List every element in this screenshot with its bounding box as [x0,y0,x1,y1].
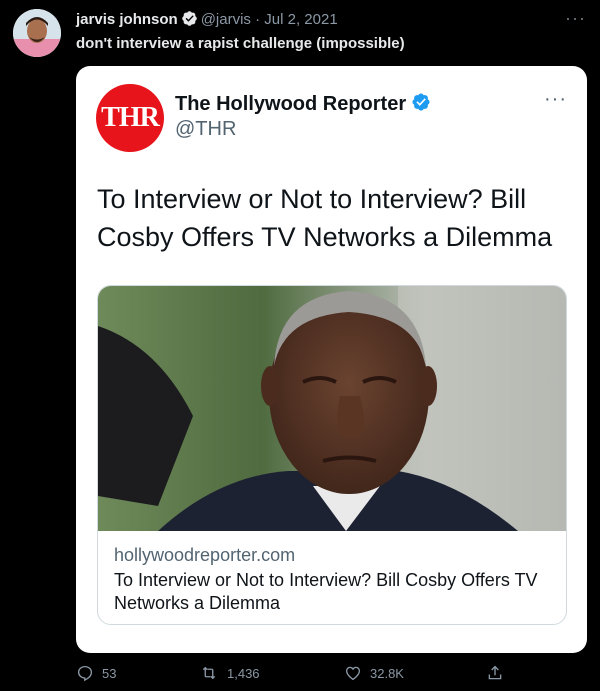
retweet-icon [199,664,219,682]
tweet-date[interactable]: Jul 2, 2021 [264,11,337,28]
author-name[interactable]: jarvis johnson [76,11,178,28]
embedded-author-name: The Hollywood Reporter [175,93,407,115]
embedded-author[interactable]: The Hollywood Reporter [175,92,434,118]
retweet-button[interactable]: 1,436 [199,664,260,682]
verified-icon [411,92,431,118]
like-button[interactable]: 32.8K [344,664,404,682]
retweet-count: 1,436 [227,665,260,681]
action-bar: 53 1,436 32.8K [76,664,516,684]
share-button[interactable] [486,664,504,682]
avatar[interactable] [13,9,61,57]
article-image [98,286,566,531]
more-options-button[interactable]: ··· [565,8,586,29]
reply-count: 53 [102,665,117,681]
thr-logo[interactable]: THR [96,84,164,152]
like-icon [344,664,362,682]
embedded-tweet[interactable]: THR The Hollywood Reporter @THR ··· To I… [76,66,587,653]
tweet-text: don't interview a rapist challenge (impo… [76,35,405,52]
card-domain: hollywoodreporter.com [114,545,296,565]
reply-icon [76,664,94,682]
share-icon [486,664,504,682]
reply-button[interactable]: 53 [76,664,116,682]
verified-icon [181,10,198,33]
separator: · [251,11,264,28]
separator-dot: · [255,11,261,28]
tweet-header: jarvis johnson @jarvis · Jul 2, 2021 [76,10,338,33]
embedded-more-button[interactable]: ··· [544,88,567,111]
author-handle[interactable]: @jarvis [201,11,251,28]
embedded-tweet-text: To Interview or Not to Interview? Bill C… [97,184,553,252]
link-card[interactable]: hollywoodreporter.com To Interview or No… [97,285,567,625]
embedded-handle[interactable]: @THR [175,118,236,141]
card-title: To Interview or Not to Interview? Bill C… [114,570,538,613]
like-count: 32.8K [370,665,404,681]
